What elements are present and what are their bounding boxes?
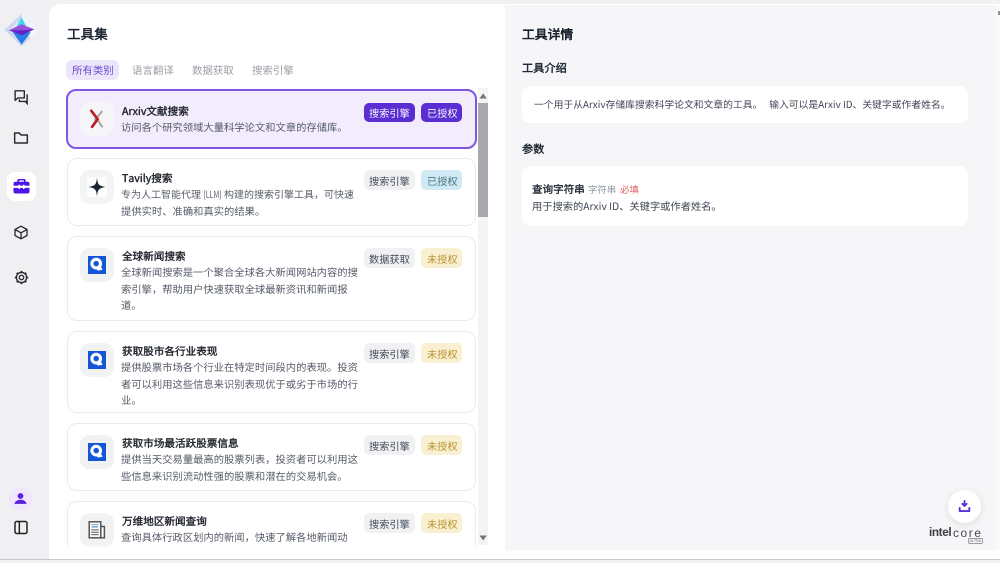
svg-text:ULTRA: ULTRA: [969, 539, 981, 543]
